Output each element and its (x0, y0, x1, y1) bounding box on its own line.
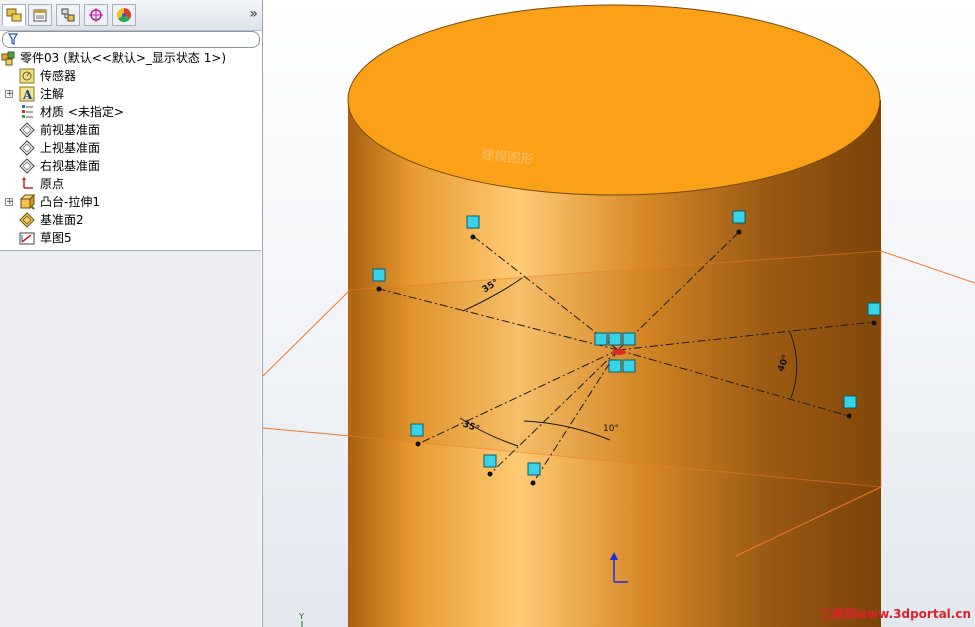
tree-item-right-plane[interactable]: 右视基准面 (0, 157, 260, 175)
filter-icon (8, 33, 18, 45)
tree-root-label: 零件03 (默认<<默认>_显示状态 1>) (20, 51, 227, 65)
tree-item-label: 注解 (40, 87, 65, 101)
feature-manager-icon (6, 8, 22, 22)
model-scene[interactable]: 建模图形 35° 35° 10° 40° Y (263, 0, 975, 627)
tree-item-label: 上视基准面 (40, 141, 101, 155)
tree-item-material[interactable]: 材质 <未指定> (0, 103, 260, 121)
more-tabs-button[interactable]: » (249, 6, 258, 22)
expand-toggle[interactable]: + (5, 90, 14, 99)
feature-filter-input[interactable] (2, 31, 260, 48)
tree-item-annotations[interactable]: + A 注解 (0, 85, 260, 103)
tree-item-label: 凸台-拉伸1 (40, 195, 100, 209)
material-icon (22, 105, 33, 118)
dimension-label: 10° (603, 424, 619, 434)
expand-toggle[interactable]: + (5, 198, 14, 207)
tab-configuration-manager[interactable] (56, 4, 80, 26)
plane-icon (19, 122, 35, 138)
tree-item-front-plane[interactable]: 前视基准面 (0, 121, 260, 139)
feature-manager-pane: » 零件03 (默认<<默认>_显示状态 1>) 传感器 + A 注解 材质 <… (0, 0, 263, 627)
plane2-icon (19, 212, 35, 228)
tree-item-boss-extrude[interactable]: + 凸台-拉伸1 (0, 193, 260, 211)
extrude-icon (19, 194, 35, 210)
tree-item-origin[interactable]: 原点 (0, 175, 260, 193)
tab-display-manager[interactable] (112, 4, 136, 26)
tree-item-sketch5[interactable]: 草图5 (0, 229, 260, 247)
tree-item-plane2[interactable]: 基准面2 (0, 211, 260, 229)
manager-tab-bar: » (0, 0, 262, 31)
tree-item-label: 右视基准面 (40, 159, 101, 173)
crosshair-icon (89, 8, 103, 22)
tree-item-sensors[interactable]: 传感器 (0, 67, 260, 85)
plane-icon (19, 158, 35, 174)
annotation-icon: A (19, 86, 35, 102)
tree-item-label: 原点 (40, 177, 65, 191)
tree-item-top-plane[interactable]: 上视基准面 (0, 139, 260, 157)
color-wheel-icon (116, 7, 132, 23)
property-manager-icon (33, 9, 47, 22)
tree-item-label: 前视基准面 (40, 123, 101, 137)
tree-item-label: 传感器 (40, 69, 77, 83)
configuration-manager-icon (61, 8, 75, 22)
lower-empty-panel (0, 251, 261, 627)
sensor-icon (19, 68, 35, 84)
tree-root-part[interactable]: 零件03 (默认<<默认>_显示状态 1>) (0, 49, 260, 67)
origin-icon (22, 177, 33, 189)
part-icon (1, 51, 15, 66)
tab-property-manager[interactable] (28, 4, 52, 26)
graphics-viewport[interactable]: 建模图形 35° 35° 10° 40° Y 三维网www.3dportal.c… (263, 0, 975, 627)
sketch-icon (19, 232, 35, 245)
plane-icon (19, 140, 35, 156)
tree-item-label: 草图5 (40, 231, 72, 245)
site-watermark: 三维网www.3dportal.cn (820, 607, 971, 621)
cylinder-top-face[interactable] (347, 4, 881, 196)
tab-feature-manager[interactable] (2, 4, 26, 26)
tab-dimxpert-manager[interactable] (84, 4, 108, 26)
view-orientation-triad: Y (298, 612, 304, 627)
tree-item-label: 材质 <未指定> (40, 105, 124, 119)
tree-item-label: 基准面2 (40, 213, 84, 227)
svg-text:A: A (22, 88, 33, 102)
feature-tree: 零件03 (默认<<默认>_显示状态 1>) 传感器 + A 注解 材质 <未指… (0, 49, 262, 249)
triad-y-label: Y (298, 612, 304, 621)
